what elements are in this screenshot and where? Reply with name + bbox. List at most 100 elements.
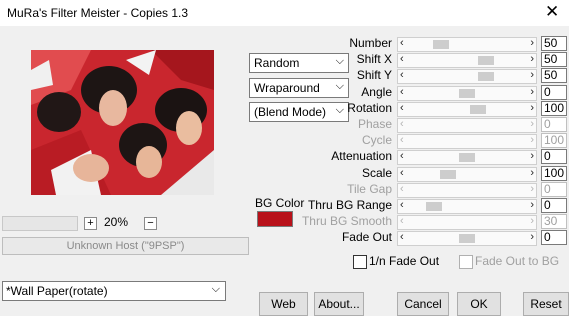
thru-bg-smooth-label: Thru BG Smooth: [301, 214, 392, 228]
cycle-slider[interactable]: ‹ ›: [397, 134, 537, 149]
thru-bg-smooth-value[interactable]: 30: [541, 214, 567, 229]
arrow-left-icon[interactable]: ‹: [400, 215, 404, 227]
arrow-right-icon[interactable]: ›: [530, 150, 534, 162]
mode-select-value: Random: [254, 56, 300, 70]
arrow-left-icon[interactable]: ‹: [400, 69, 404, 81]
blend-mode-select[interactable]: (Blend Mode) ⌵: [249, 102, 349, 122]
rotation-slider-thumb[interactable]: [470, 105, 486, 114]
arrow-right-icon[interactable]: ›: [530, 231, 534, 243]
chevron-down-icon: ⌵: [211, 283, 220, 295]
cancel-button[interactable]: Cancel: [397, 292, 449, 316]
tile-gap-label: Tile Gap: [347, 182, 392, 196]
angle-slider[interactable]: ‹ ›: [397, 86, 537, 101]
close-icon[interactable]: ✕: [545, 3, 559, 21]
arrow-left-icon[interactable]: ‹: [400, 183, 404, 195]
thru-bg-smooth-slider[interactable]: ‹ ›: [397, 215, 537, 230]
ok-button[interactable]: OK: [457, 292, 501, 316]
arrow-right-icon[interactable]: ›: [530, 86, 534, 98]
fade-out-label: Fade Out: [341, 230, 392, 244]
fade-out-value[interactable]: 0: [541, 230, 567, 245]
reset-button[interactable]: Reset: [523, 292, 569, 316]
number-slider[interactable]: ‹ ›: [397, 37, 537, 52]
phase-value[interactable]: 0: [541, 117, 567, 132]
host-status: Unknown Host ("9PSP"): [2, 237, 249, 255]
thru-bg-range-value[interactable]: 0: [541, 198, 567, 213]
bg-color-swatch[interactable]: [257, 211, 293, 227]
shift-y-label: Shift Y: [356, 68, 392, 82]
arrow-left-icon[interactable]: ‹: [400, 37, 404, 49]
fade-to-bg-checkbox[interactable]: [459, 255, 473, 269]
bg-color-label: BG Color: [255, 196, 305, 210]
arrow-left-icon[interactable]: ‹: [400, 150, 404, 162]
zoom-percent: 20%: [104, 215, 129, 229]
angle-slider-thumb[interactable]: [459, 89, 475, 98]
preview-image[interactable]: [31, 50, 214, 195]
inv-fade-checkbox[interactable]: [353, 255, 367, 269]
shift-y-slider[interactable]: ‹ ›: [397, 69, 537, 84]
fade-to-bg-label[interactable]: Fade Out to BG: [475, 254, 559, 268]
attenuation-slider-thumb[interactable]: [459, 153, 475, 162]
arrow-right-icon[interactable]: ›: [530, 215, 534, 227]
arrow-right-icon[interactable]: ›: [530, 37, 534, 49]
shift-x-value[interactable]: 50: [541, 52, 567, 67]
blend-mode-select-value: (Blend Mode): [254, 105, 327, 119]
arrow-right-icon[interactable]: ›: [530, 102, 534, 114]
arrow-left-icon[interactable]: ‹: [400, 134, 404, 146]
arrow-left-icon[interactable]: ‹: [400, 118, 404, 130]
phase-label: Phase: [357, 117, 392, 131]
fade-out-slider-thumb[interactable]: [459, 234, 475, 243]
tile-gap-value[interactable]: 0: [541, 182, 567, 197]
web-button[interactable]: Web: [259, 292, 308, 316]
number-value[interactable]: 50: [541, 36, 567, 51]
arrow-right-icon[interactable]: ›: [530, 199, 534, 211]
arrow-right-icon[interactable]: ›: [530, 53, 534, 65]
shift-x-label: Shift X: [356, 52, 392, 66]
arrow-left-icon[interactable]: ‹: [400, 53, 404, 65]
arrow-right-icon[interactable]: ›: [530, 183, 534, 195]
thru-bg-range-slider[interactable]: ‹ ›: [397, 199, 537, 214]
rotation-value[interactable]: 100: [541, 101, 567, 116]
shift-y-value[interactable]: 50: [541, 68, 567, 83]
arrow-left-icon[interactable]: ‹: [400, 231, 404, 243]
preview-artwork: [31, 50, 214, 195]
edge-select[interactable]: Wraparound ⌵: [249, 78, 349, 98]
shift-x-slider-thumb[interactable]: [478, 56, 494, 65]
angle-value[interactable]: 0: [541, 85, 567, 100]
cycle-value[interactable]: 100: [541, 133, 567, 148]
number-label: Number: [349, 36, 392, 50]
arrow-right-icon[interactable]: ›: [530, 167, 534, 179]
arrow-right-icon[interactable]: ›: [530, 134, 534, 146]
tile-gap-slider[interactable]: ‹ ›: [397, 183, 537, 198]
rotation-slider[interactable]: ‹ ›: [397, 102, 537, 117]
attenuation-label: Attenuation: [331, 149, 392, 163]
fade-out-slider[interactable]: ‹ ›: [397, 231, 537, 246]
shift-x-slider[interactable]: ‹ ›: [397, 53, 537, 68]
title-bar[interactable]: MuRa's Filter Meister - Copies 1.3 ✕: [0, 0, 569, 26]
zoom-out-button[interactable]: −: [144, 217, 157, 230]
edge-select-value: Wraparound: [254, 81, 320, 95]
zoom-in-button[interactable]: +: [84, 217, 97, 230]
preset-select[interactable]: *Wall Paper(rotate) ⌵: [2, 281, 226, 301]
scale-slider[interactable]: ‹ ›: [397, 167, 537, 182]
mode-select[interactable]: Random ⌵: [249, 53, 349, 73]
arrow-right-icon[interactable]: ›: [530, 118, 534, 130]
zoom-bar: [2, 216, 78, 231]
angle-label: Angle: [361, 85, 392, 99]
arrow-right-icon[interactable]: ›: [530, 69, 534, 81]
inv-fade-label[interactable]: 1/n Fade Out: [369, 254, 439, 268]
thru-bg-range-slider-thumb[interactable]: [426, 202, 442, 211]
attenuation-value[interactable]: 0: [541, 149, 567, 164]
scale-label: Scale: [361, 166, 392, 180]
shift-y-slider-thumb[interactable]: [478, 72, 494, 81]
arrow-left-icon[interactable]: ‹: [400, 102, 404, 114]
arrow-left-icon[interactable]: ‹: [400, 86, 404, 98]
arrow-left-icon[interactable]: ‹: [400, 167, 404, 179]
scale-slider-thumb[interactable]: [440, 170, 456, 179]
arrow-left-icon[interactable]: ‹: [400, 199, 404, 211]
attenuation-slider[interactable]: ‹ ›: [397, 150, 537, 165]
about-button[interactable]: About...: [314, 292, 364, 316]
scale-value[interactable]: 100: [541, 166, 567, 181]
phase-slider[interactable]: ‹ ›: [397, 118, 537, 133]
number-slider-thumb[interactable]: [433, 40, 449, 49]
thru-bg-range-label: Thru BG Range: [307, 198, 392, 212]
